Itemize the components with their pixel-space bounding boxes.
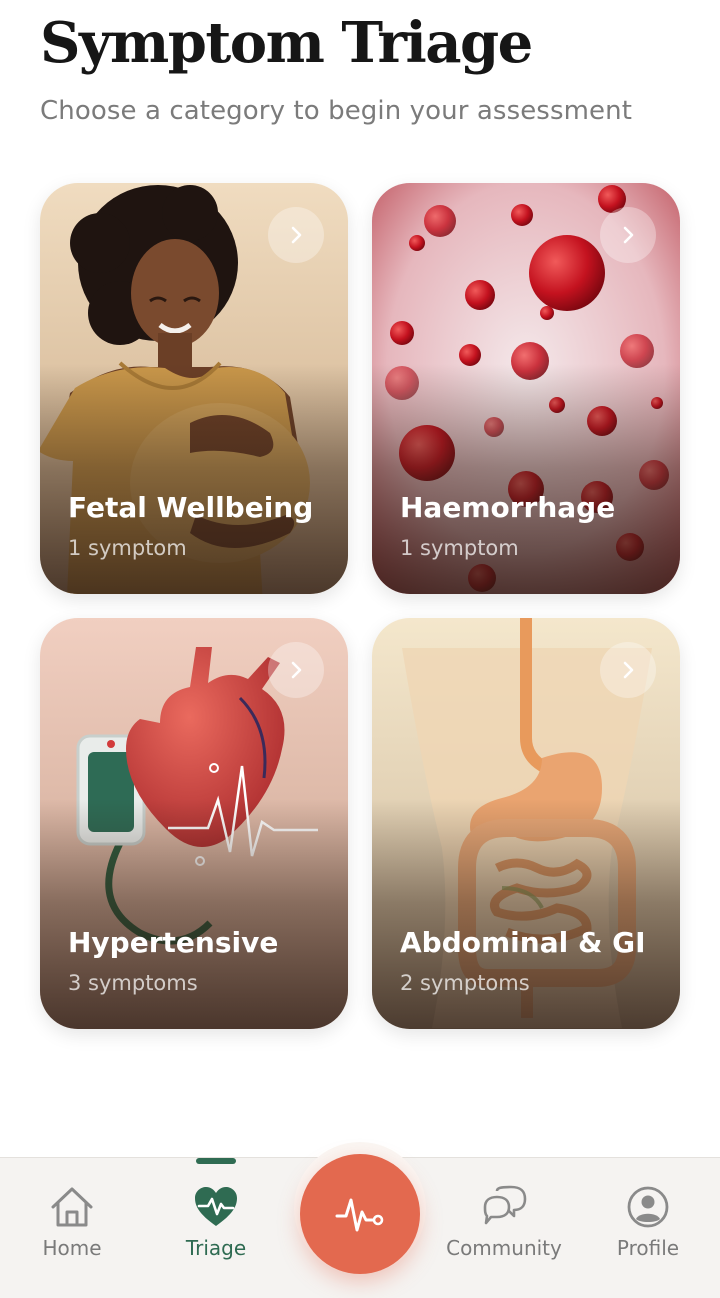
- category-card-hypertensive[interactable]: Hypertensive 3 symptoms: [40, 618, 348, 1029]
- category-count: 3 symptoms: [68, 971, 198, 995]
- category-name: Fetal Wellbeing: [68, 491, 314, 524]
- nav-label-triage: Triage: [185, 1236, 247, 1260]
- chat-bubbles-icon: [480, 1184, 528, 1230]
- quick-triage-fab-button[interactable]: [300, 1154, 420, 1274]
- heart-pulse-icon: [192, 1184, 240, 1230]
- category-card-haemorrhage[interactable]: Haemorrhage 1 symptom: [372, 183, 680, 594]
- category-card-fetal-wellbeing[interactable]: Fetal Wellbeing 1 symptom: [40, 183, 348, 594]
- category-count: 2 symptoms: [400, 971, 530, 995]
- nav-item-profile[interactable]: Profile: [608, 1158, 688, 1298]
- nav-item-community[interactable]: Community: [440, 1158, 568, 1298]
- nav-label-profile: Profile: [616, 1236, 680, 1260]
- chevron-right-icon[interactable]: [600, 207, 656, 263]
- category-count: 1 symptom: [400, 536, 519, 560]
- category-grid: Fetal Wellbeing 1 symptom Haemorrhage 1 …: [40, 183, 680, 1029]
- nav-item-home[interactable]: Home: [32, 1158, 112, 1298]
- page-subtitle: Choose a category to begin your assessme…: [40, 96, 632, 126]
- chevron-right-icon[interactable]: [600, 642, 656, 698]
- nav-label-community: Community: [446, 1236, 562, 1260]
- pulse-icon: [335, 1198, 384, 1232]
- category-count: 1 symptom: [68, 536, 187, 560]
- chevron-right-icon[interactable]: [268, 642, 324, 698]
- nav-label-home: Home: [42, 1236, 102, 1260]
- category-name: Hypertensive: [68, 926, 279, 959]
- category-card-abdominal-gi[interactable]: Abdominal & GI 2 symptoms: [372, 618, 680, 1029]
- category-name: Abdominal & GI: [400, 926, 646, 959]
- page-title: Symptom Triage: [40, 10, 533, 76]
- category-name: Haemorrhage: [400, 491, 616, 524]
- nav-item-triage[interactable]: Triage: [176, 1158, 256, 1298]
- home-icon: [48, 1184, 96, 1230]
- chevron-right-icon[interactable]: [268, 207, 324, 263]
- active-tab-indicator: [196, 1158, 236, 1164]
- user-circle-icon: [624, 1184, 672, 1230]
